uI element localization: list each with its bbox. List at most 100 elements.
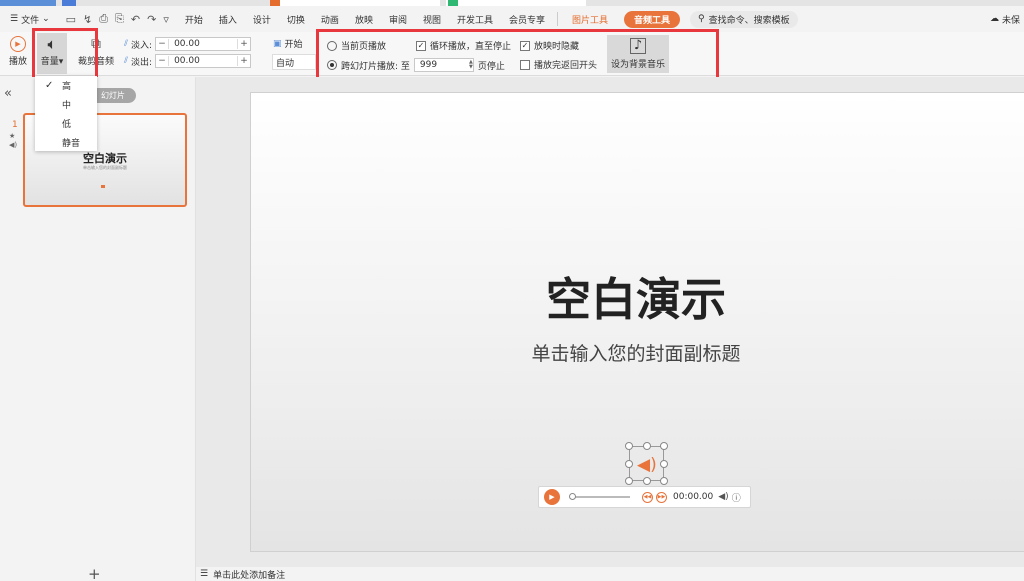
play-button[interactable]: ▶ 播放 — [5, 36, 31, 67]
play-button-label: 播放 — [8, 57, 27, 67]
volume-icon[interactable]: ◀) — [718, 492, 728, 502]
trim-audio-button[interactable]: ⧉ 裁剪音频 — [76, 36, 116, 67]
decrement-button[interactable]: − — [156, 39, 168, 49]
trim-audio-icon: ⧉ — [91, 36, 101, 52]
start-mode-select[interactable]: 自动 — [272, 54, 316, 70]
resize-handle[interactable] — [625, 442, 633, 450]
notes-placeholder: 单击此处添加备注 — [213, 570, 286, 581]
search-placeholder: 查找命令、搜索模板 — [708, 15, 790, 26]
play-icon[interactable]: ▶ — [544, 489, 560, 505]
undo-icon[interactable]: ↶ — [131, 13, 140, 26]
audio-object[interactable]: ◀) — [625, 442, 668, 485]
resize-handle[interactable] — [660, 442, 668, 450]
rewind-label: 播放完返回开头 — [534, 61, 598, 71]
print-preview-icon[interactable]: ⎘ — [115, 12, 124, 26]
resize-handle[interactable] — [643, 442, 651, 450]
rewind-icon[interactable]: ◀◀ — [642, 491, 653, 503]
fade-in-stepper[interactable]: − 00.00 + — [155, 37, 252, 51]
quick-access-toolbar: ▭ ↯ ⎙ ⎘ ↶ ↷ ▿ — [58, 12, 177, 26]
tab-review[interactable]: 审阅 — [381, 13, 415, 26]
stop-page-input[interactable]: 999 ▲ ▼ — [413, 58, 474, 72]
rewind-option[interactable]: 播放完返回开头 — [520, 58, 597, 71]
slide-indicator-icons: ★ ◀) — [9, 132, 18, 149]
fast-forward-icon[interactable]: ▶▶ — [656, 491, 667, 503]
customize-chevron-icon[interactable]: ▿ — [163, 13, 169, 26]
seek-knob[interactable] — [569, 493, 576, 500]
checkbox-checked[interactable]: ✓ — [520, 40, 530, 51]
tab-transition[interactable]: 切换 — [279, 13, 313, 26]
increment-button[interactable]: + — [238, 39, 250, 49]
search-box[interactable]: ⚲ 查找命令、搜索模板 — [690, 10, 798, 28]
volume-option-label: 静音 — [62, 139, 81, 149]
tab-insert[interactable]: 插入 — [211, 13, 245, 26]
resize-handle[interactable] — [625, 477, 633, 485]
audio-tools-ribbon: ▶ 播放 🔈︎ 音量▾ ⧉ 裁剪音频 ⫽ 淡入: − 00.00 + ⫽ 淡出:… — [0, 32, 1024, 76]
volume-option-label: 高 — [62, 82, 72, 92]
resize-handle[interactable] — [660, 477, 668, 485]
slide-canvas[interactable]: 空白演示 单击输入您的封面副标题 ◀) ▶ ◀◀ ▶▶ 00:00.00 ◀) … — [250, 92, 1024, 552]
resize-handle[interactable] — [660, 460, 668, 468]
file-menu[interactable]: ☰ 文件 ⌄ — [0, 13, 58, 26]
start-icon: ▣ — [273, 38, 282, 49]
checkbox-checked[interactable]: ✓ — [416, 40, 426, 51]
seek-slider[interactable] — [569, 493, 630, 500]
audio-marker — [101, 185, 105, 188]
format-painter-icon[interactable]: ↯ — [83, 13, 92, 26]
fade-in-input[interactable]: 00.00 — [168, 39, 239, 49]
tab-slideshow[interactable]: 放映 — [347, 13, 381, 26]
cloud-status[interactable]: ☁ 未保 — [990, 6, 1024, 32]
increment-button[interactable]: + — [238, 56, 250, 66]
tab-audio-tools[interactable]: 音频工具 — [624, 10, 681, 28]
trim-audio-label: 裁剪音频 — [77, 57, 114, 67]
volume-button[interactable]: 🔈︎ 音量▾ — [37, 33, 67, 74]
save-icon[interactable]: ▭ — [66, 13, 76, 26]
radio-button[interactable] — [327, 40, 337, 51]
hide-during-show-option[interactable]: ✓ 放映时隐藏 — [520, 39, 579, 52]
fade-in-label: 淡入: — [131, 40, 153, 51]
add-slide-icon[interactable]: + — [88, 565, 101, 581]
decrement-button[interactable]: − — [156, 56, 168, 66]
cloud-status-label: 未保 — [1001, 15, 1020, 26]
speaker-icon: 🔈︎ — [47, 35, 57, 53]
checkmark-icon: ✓ — [45, 80, 54, 91]
volume-option-medium[interactable]: 中 — [35, 95, 97, 114]
stepper-arrows-icon[interactable]: ▲ ▼ — [469, 60, 473, 70]
audio-player-bar: ▶ ◀◀ ▶▶ 00:00.00 ◀) ⓘ — [538, 486, 751, 508]
tab-membership[interactable]: 会员专享 — [501, 13, 553, 26]
resize-handle[interactable] — [643, 477, 651, 485]
tab-developer[interactable]: 开发工具 — [449, 13, 501, 26]
fade-out-input[interactable]: 00.00 — [168, 56, 239, 66]
info-icon[interactable]: ⓘ — [732, 491, 741, 504]
radio-button-selected[interactable] — [327, 60, 337, 70]
speaker-icon: ◀) — [637, 455, 657, 475]
volume-option-mute[interactable]: 静音 — [35, 133, 97, 152]
tab-home[interactable]: 开始 — [177, 13, 211, 26]
start-control: ▣ 开始 — [273, 37, 303, 51]
fade-in-control: ⫽ 淡入: − 00.00 + — [124, 37, 252, 51]
print-icon[interactable]: ⎙ — [99, 12, 108, 26]
slide-title[interactable]: 空白演示 — [251, 263, 1021, 328]
fade-out-stepper[interactable]: − 00.00 + — [155, 54, 252, 68]
volume-option-high[interactable]: ✓ 高 — [35, 76, 97, 95]
notes-bar[interactable]: ☰ 单击此处添加备注 — [196, 567, 1024, 581]
set-background-music-label: 设为背景音乐 — [610, 60, 665, 70]
redo-icon[interactable]: ↷ — [147, 13, 156, 26]
slide-subtitle[interactable]: 单击输入您的封面副标题 — [251, 339, 1021, 366]
tab-design[interactable]: 设计 — [245, 13, 279, 26]
collapse-pane-icon[interactable]: « — [4, 86, 12, 101]
tab-animation[interactable]: 动画 — [313, 13, 347, 26]
checkbox[interactable] — [520, 59, 530, 70]
resize-handle[interactable] — [625, 460, 633, 468]
current-page-play-option[interactable]: 当前页播放 — [327, 39, 386, 52]
cross-slide-play-option[interactable]: 跨幻灯片播放: 至 999 ▲ ▼ 页停止 — [327, 58, 505, 72]
set-background-music-button[interactable]: ♪ 设为背景音乐 — [607, 35, 669, 73]
cloud-icon: ☁ — [989, 14, 999, 24]
fade-out-control: ⫽ 淡出: − 00.00 + — [124, 54, 252, 68]
volume-option-low[interactable]: 低 — [35, 114, 97, 133]
volume-option-label: 低 — [62, 120, 72, 130]
notes-icon: ☰ — [200, 569, 209, 579]
loop-option[interactable]: ✓ 循环播放，直至停止 — [416, 39, 511, 52]
search-icon: ⚲ — [698, 14, 705, 24]
tab-view[interactable]: 视图 — [415, 13, 449, 26]
tab-picture-tools[interactable]: 图片工具 — [562, 13, 618, 26]
